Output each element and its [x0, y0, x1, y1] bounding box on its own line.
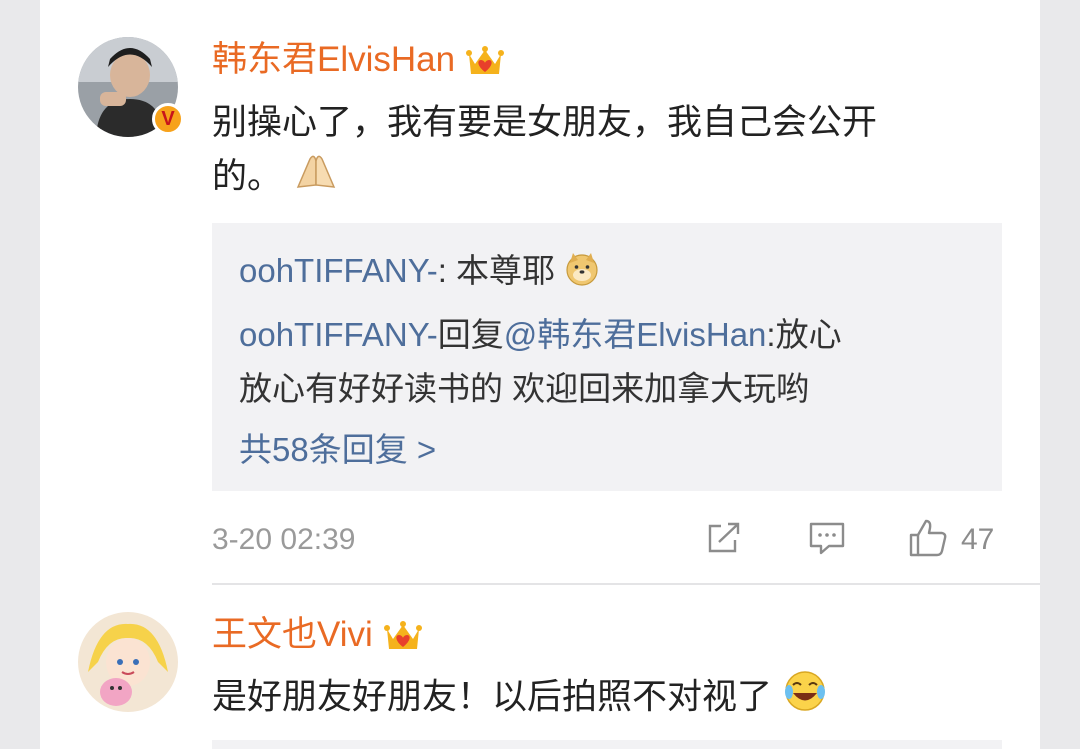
- comment-username[interactable]: 王文也Vivi: [212, 615, 423, 655]
- timestamp: 3-20 02:39: [212, 523, 356, 556]
- reply-mention-link[interactable]: @韩东君ElvisHan: [504, 316, 767, 353]
- reply-username[interactable]: oohTIFFANY-: [239, 316, 438, 353]
- verified-badge-icon: V: [152, 103, 184, 135]
- username-text[interactable]: 韩东君ElvisHan: [212, 40, 455, 79]
- reply-text: 放心有好好读书的 欢迎回来加拿大玩哟: [239, 370, 810, 407]
- comment-text-fragment: 的。: [212, 157, 283, 196]
- like-button[interactable]: 47: [907, 518, 995, 563]
- share-button[interactable]: [705, 520, 743, 560]
- reply-text: :放心: [766, 316, 842, 353]
- comment-username[interactable]: 韩东君ElvisHan: [212, 40, 505, 80]
- doge-emoji: [564, 251, 600, 296]
- reply-item[interactable]: oohTIFFANY-: 本尊耶: [239, 251, 600, 296]
- comment-divider: [212, 583, 1040, 585]
- comment-feed: V 韩东君ElvisHan 别操心了，我有要是女朋友，我自己会公开 的。 ooh…: [40, 0, 1040, 749]
- share-icon: [705, 520, 743, 561]
- comment-text: 别操心了，我有要是女朋友，我自己会公开 的。: [212, 96, 992, 207]
- avatar[interactable]: V: [78, 37, 184, 137]
- reply-username[interactable]: oohTIFFANY-: [239, 252, 438, 289]
- username-text[interactable]: 王文也Vivi: [212, 615, 373, 654]
- laugh-cry-emoji: [782, 668, 828, 730]
- crown-heart-icon: [383, 619, 423, 655]
- more-replies-link[interactable]: 共58条回复 >: [239, 430, 436, 470]
- crown-heart-icon: [465, 44, 505, 80]
- reply-item[interactable]: oohTIFFANY-回复@韩东君ElvisHan:放心: [239, 315, 842, 355]
- comment-icon: [807, 520, 847, 561]
- comment-button[interactable]: [807, 520, 847, 560]
- reply-text: 本尊耶: [456, 252, 556, 290]
- reply-text: 回复: [437, 316, 504, 353]
- comment-text-line: 别操心了，我有要是女朋友，我自己会公开: [212, 103, 878, 142]
- avatar-image: [78, 612, 178, 712]
- comment-text: 是好朋友好朋友！以后拍照不对视了: [212, 668, 992, 730]
- more-replies-label[interactable]: 共58条回复 >: [239, 431, 436, 468]
- comment-text-line: 是好朋友好朋友！以后拍照不对视了: [212, 677, 773, 717]
- pray-emoji: [292, 151, 340, 207]
- reply-separator: :: [437, 252, 457, 290]
- avatar[interactable]: [78, 612, 178, 712]
- reply-preview-box[interactable]: [212, 740, 1002, 749]
- comment-text-line: 的。: [212, 150, 992, 207]
- comment-item: V 韩东君ElvisHan 别操心了，我有要是女朋友，我自己会公开 的。 ooh…: [40, 0, 1040, 585]
- reply-preview-box[interactable]: oohTIFFANY-: 本尊耶 oohTIFFANY-回复@韩东君ElvisH…: [212, 223, 1002, 491]
- thumbs-up-icon: [907, 518, 949, 563]
- like-count: 47: [961, 523, 995, 556]
- comment-meta-bar: 3-20 02:39 47: [212, 518, 1002, 562]
- reply-text-continued: 放心有好好读书的 欢迎回来加拿大玩哟: [239, 369, 809, 409]
